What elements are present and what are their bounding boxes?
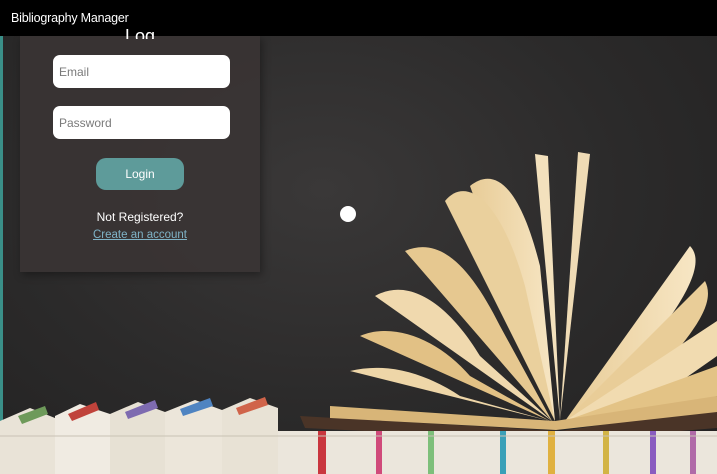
app-title: Bibliography Manager xyxy=(11,11,129,25)
app-header: Bibliography Manager xyxy=(0,0,717,36)
open-book xyxy=(300,152,717,441)
cursor-dot-icon xyxy=(340,206,356,222)
create-account-link[interactable]: Create an account xyxy=(20,229,260,241)
login-panel: Log Login Not Registered? Create an acco… xyxy=(20,27,260,272)
email-field[interactable] xyxy=(53,55,230,88)
login-button[interactable]: Login xyxy=(96,158,184,190)
not-registered-text: Not Registered? xyxy=(96,210,184,224)
password-field[interactable] xyxy=(53,106,230,139)
login-title-partial: Log xyxy=(125,27,156,39)
